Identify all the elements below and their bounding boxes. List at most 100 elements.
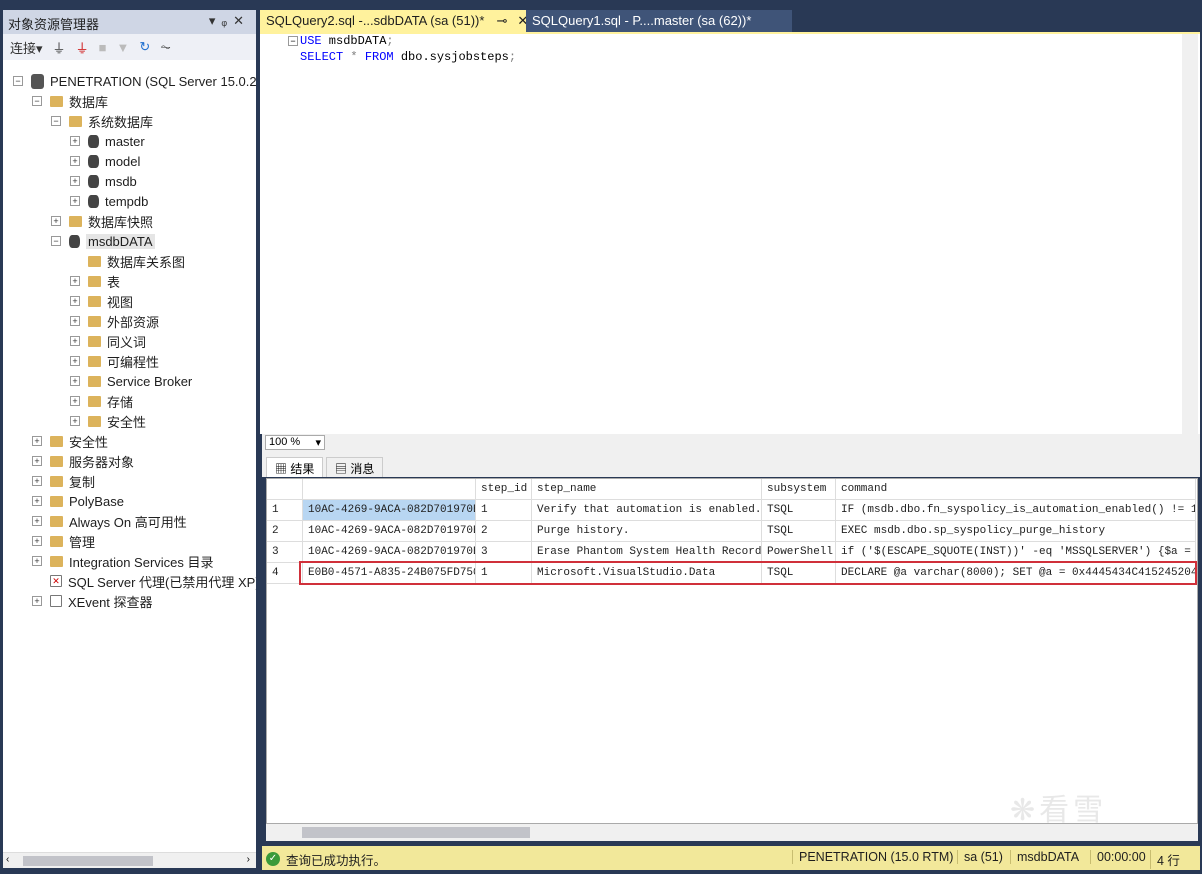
tree-item[interactable]: + 视图 <box>70 291 133 311</box>
tree-item[interactable]: + XEvent 探查器 <box>32 591 153 611</box>
tree-item[interactable]: + 表 <box>70 271 120 291</box>
expand-icon[interactable]: + <box>32 536 42 546</box>
tree-item[interactable]: + Integration Services 目录 <box>32 551 214 571</box>
connect-icon[interactable]: ⏚ <box>53 38 66 57</box>
tab-messages[interactable]: ▤ 消息 <box>326 457 384 477</box>
expand-icon[interactable]: + <box>32 496 42 506</box>
pin-icon[interactable]: ⊸ <box>496 13 507 28</box>
collapse-icon[interactable]: − <box>51 236 61 246</box>
expand-icon[interactable]: + <box>70 136 80 146</box>
tree-item[interactable]: − msdbDATA <box>51 231 155 251</box>
row-number[interactable]: 3 <box>267 542 303 563</box>
collapse-icon[interactable]: − <box>32 96 42 106</box>
expand-icon[interactable]: + <box>32 456 42 466</box>
column-header[interactable]: step_id <box>476 479 532 500</box>
expand-icon[interactable]: + <box>70 296 80 306</box>
expand-icon[interactable]: + <box>70 316 80 326</box>
expand-icon[interactable]: + <box>70 376 80 386</box>
tree-item[interactable]: + 安全性 <box>32 431 108 451</box>
row-header-corner[interactable] <box>267 479 303 500</box>
tree-item[interactable]: − 系统数据库 <box>51 111 153 131</box>
stop-icon[interactable]: ■ <box>99 40 107 55</box>
expand-icon[interactable]: + <box>32 436 42 446</box>
tree-item[interactable]: + 服务器对象 <box>32 451 134 471</box>
expand-icon[interactable]: + <box>32 516 42 526</box>
expand-icon[interactable]: + <box>32 556 42 566</box>
grid-cell[interactable]: TSQL <box>762 521 836 542</box>
grid-cell[interactable]: EXEC msdb.dbo.sp_syspolicy_purge_history <box>836 521 1196 542</box>
grid-cell[interactable]: Verify that automation is enabled. <box>532 500 762 521</box>
tab-sqlquery1[interactable]: SQLQuery1.sql - P....master (sa (62))* <box>526 10 792 32</box>
query-editor[interactable]: − USE msdbDATA; SELECT * FROM dbo.sysjob… <box>260 32 1200 434</box>
grid-cell[interactable]: if ('$(ESCAPE_SQUOTE(INST))' -eq 'MSSQLS… <box>836 542 1196 563</box>
expand-icon[interactable]: + <box>32 476 42 486</box>
tree-item[interactable]: ✕ SQL Server 代理(已禁用代理 XP) <box>32 571 256 591</box>
column-header[interactable] <box>303 479 476 500</box>
grid-cell[interactable]: 1 <box>476 500 532 521</box>
close-icon[interactable]: ✕ <box>233 13 250 28</box>
grid-cell[interactable]: Purge history. <box>532 521 762 542</box>
tree-item[interactable]: + 存储 <box>70 391 133 411</box>
tree-item[interactable]: + 管理 <box>32 531 95 551</box>
grid-cell[interactable]: Erase Phantom System Health Records. <box>532 542 762 563</box>
expand-icon[interactable]: + <box>70 196 80 206</box>
row-number[interactable]: 4 <box>267 563 303 584</box>
expand-icon[interactable]: + <box>70 396 80 406</box>
collapse-icon[interactable]: − <box>51 116 61 126</box>
tree-item[interactable]: + master <box>70 131 145 151</box>
tree-item[interactable]: + model <box>70 151 140 171</box>
pin-icon[interactable]: ᵩ <box>221 13 233 28</box>
tree-item[interactable]: + PolyBase <box>32 491 124 511</box>
tree-item[interactable]: − PENETRATION (SQL Server 15.0.21 <box>13 71 256 91</box>
expand-icon[interactable]: + <box>51 216 61 226</box>
grid-cell[interactable]: 2 <box>476 521 532 542</box>
tree-item[interactable]: + 外部资源 <box>70 311 159 331</box>
row-number[interactable]: 2 <box>267 521 303 542</box>
tree-item[interactable]: + 安全性 <box>70 411 146 431</box>
expand-icon[interactable]: + <box>70 156 80 166</box>
collapse-icon[interactable]: − <box>288 36 298 46</box>
collapse-icon[interactable]: − <box>13 76 23 86</box>
editor-vertical-scrollbar[interactable] <box>1182 34 1198 434</box>
disconnect-icon[interactable]: ⏚ <box>76 38 89 57</box>
tree-item[interactable]: + tempdb <box>70 191 148 211</box>
expand-icon[interactable]: + <box>70 176 80 186</box>
grid-cell[interactable]: IF (msdb.dbo.fn_syspolicy_is_automation_… <box>836 500 1196 521</box>
results-grid[interactable]: step_id step_name subsystem command 1 10AC-42… <box>266 478 1198 824</box>
column-header[interactable]: step_name <box>532 479 762 500</box>
activity-monitor-icon[interactable]: ⏦ <box>160 39 171 55</box>
grid-cell[interactable]: PowerShell <box>762 542 836 563</box>
agent-icon <box>50 595 62 607</box>
filter-icon[interactable]: ▼ <box>116 40 129 55</box>
row-number[interactable]: 1 <box>267 500 303 521</box>
folder-icon <box>50 95 63 107</box>
expand-icon[interactable]: + <box>32 596 42 606</box>
grid-cell[interactable]: 3 <box>476 542 532 563</box>
grid-cell[interactable]: TSQL <box>762 500 836 521</box>
tab-sqlquery2[interactable]: SQLQuery2.sql -...sdbDATA (sa (51))* ⊸ ✕ <box>260 10 528 32</box>
expand-icon[interactable]: + <box>70 416 80 426</box>
tree-item[interactable]: + msdb <box>70 171 137 191</box>
column-header[interactable]: command <box>836 479 1196 500</box>
expand-icon[interactable]: + <box>70 336 80 346</box>
tree-item[interactable]: + 可编程性 <box>70 351 159 371</box>
grid-cell[interactable]: 10AC-4269-9ACA-082D701970E2 <box>303 542 476 563</box>
tree-item[interactable]: + 数据库快照 <box>51 211 153 231</box>
tree-item[interactable]: + Service Broker <box>70 371 192 391</box>
connect-button[interactable]: 连接▾ <box>10 38 43 57</box>
tree-item[interactable]: 数据库关系图 <box>70 251 185 271</box>
refresh-icon[interactable]: ↻ <box>139 39 150 55</box>
tree-item[interactable]: + Always On 高可用性 <box>32 511 187 531</box>
zoom-select[interactable]: 100 % ▾ <box>265 435 325 450</box>
column-header[interactable]: subsystem <box>762 479 836 500</box>
horizontal-scrollbar[interactable]: ‹ › <box>3 852 256 868</box>
grid-cell[interactable]: 10AC-4269-9ACA-082D701970E2 <box>303 500 476 521</box>
expand-icon[interactable]: + <box>70 276 80 286</box>
tree-item[interactable]: + 同义词 <box>70 331 146 351</box>
tree-item[interactable]: + 复制 <box>32 471 95 491</box>
tab-results[interactable]: ▦ 结果 <box>266 457 324 477</box>
grid-cell[interactable]: 10AC-4269-9ACA-082D701970E2 <box>303 521 476 542</box>
dropdown-icon[interactable]: ▾ <box>209 13 222 28</box>
expand-icon[interactable]: + <box>70 356 80 366</box>
tree-item[interactable]: − 数据库 <box>32 91 108 111</box>
